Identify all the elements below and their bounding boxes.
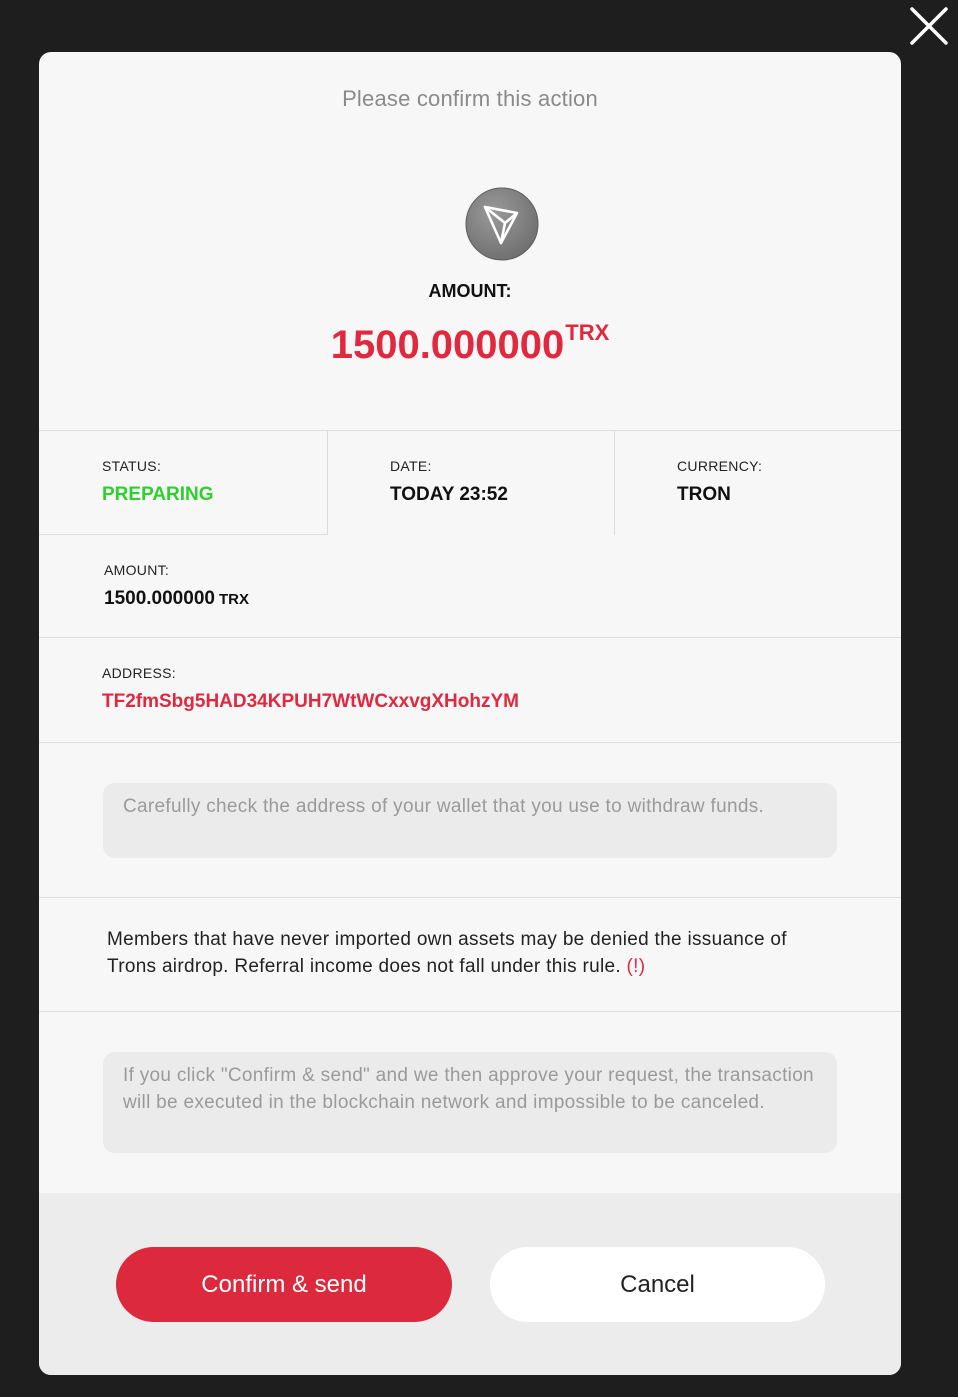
date-label: DATE:: [390, 458, 432, 474]
date-cell: DATE: TODAY 23:52: [390, 458, 508, 506]
address-label: ADDRESS:: [102, 665, 176, 681]
currency-label: CURRENCY:: [677, 458, 763, 474]
divider: [327, 430, 328, 535]
wallet-check-note: Carefully check the address of your wall…: [103, 783, 837, 858]
divider: [39, 742, 901, 743]
amount-heading: AMOUNT:: [428, 281, 512, 301]
wallet-address: TF2fmSbg5HAD34KPUH7WtWCxxvgXHohzYM: [102, 691, 519, 712]
divider: [614, 430, 615, 535]
amount-detail-number: 1500.000000: [104, 588, 215, 609]
divider: [39, 1011, 901, 1012]
close-icon: [910, 7, 948, 45]
amount-cell: AMOUNT: 1500.000000 TRX: [104, 562, 249, 610]
airdrop-text: Members that have never imported own ass…: [107, 929, 787, 977]
confirm-send-button[interactable]: Confirm & send: [116, 1247, 452, 1322]
tron-logo-icon: [465, 187, 539, 261]
divider: [39, 534, 327, 535]
dialog-title: Please confirm this action: [342, 86, 598, 111]
airdrop-warning-link[interactable]: (!): [627, 956, 646, 977]
close-button[interactable]: [906, 5, 952, 47]
irreversible-note: If you click "Confirm & send" and we the…: [103, 1052, 837, 1153]
confirm-dialog: Please confirm this action AMOUNT: 1500.…: [39, 52, 901, 1375]
amount-detail-unit: TRX: [218, 591, 249, 608]
cancel-button[interactable]: Cancel: [490, 1247, 825, 1322]
currency-cell: CURRENCY: TRON: [677, 458, 762, 506]
divider: [39, 637, 901, 638]
currency-value: TRON: [677, 484, 731, 505]
airdrop-notice: Members that have never imported own ass…: [107, 926, 837, 980]
date-value: TODAY 23:52: [390, 484, 508, 505]
status-label: STATUS:: [102, 458, 162, 474]
amount-value: 1500.000000: [330, 323, 565, 367]
amount-display: 1500.000000TRX: [39, 320, 901, 368]
divider: [39, 897, 901, 898]
status-badge: PREPARING: [102, 484, 214, 505]
address-cell: ADDRESS: TF2fmSbg5HAD34KPUH7WtWCxxvgXHoh…: [102, 665, 519, 713]
dialog-footer: Confirm & send Cancel: [39, 1193, 901, 1375]
amount-unit: TRX: [565, 320, 610, 345]
amount-detail-value: 1500.000000 TRX: [104, 588, 249, 610]
amount-label: AMOUNT:: [104, 562, 170, 578]
status-cell: STATUS: PREPARING: [102, 458, 214, 506]
divider: [39, 430, 901, 431]
